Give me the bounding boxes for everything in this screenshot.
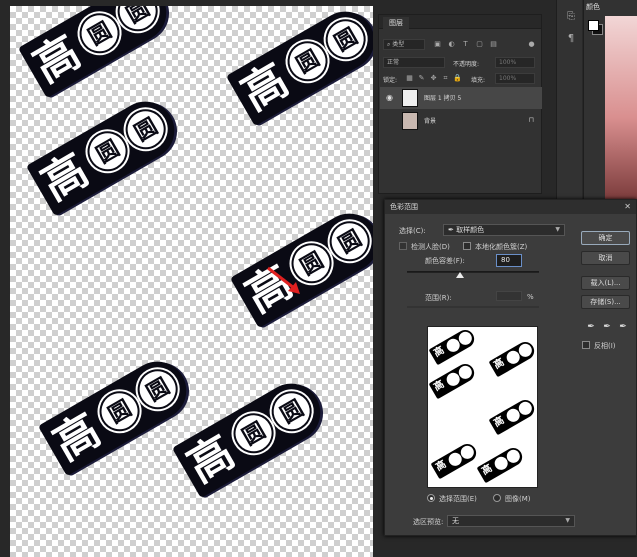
- layer-filter-label: 类型: [392, 41, 405, 48]
- layer-row-copy5[interactable]: ◉ 图层 1 拷贝 5: [380, 87, 542, 109]
- preview-glyph: 高: [432, 378, 447, 394]
- lock-artboard-icon[interactable]: ⌗: [441, 74, 450, 83]
- close-icon[interactable]: ✕: [624, 200, 631, 214]
- layers-panel: 图层 ⌕ 类型 ▣ ◐ T ▢ ▤ ● 正常 不透明度: 100% 锁定: ▦ …: [378, 14, 542, 194]
- invert-label: 反相(I): [594, 342, 616, 350]
- filter-smart-icon[interactable]: ▤: [489, 40, 498, 49]
- preview-glyph: 高: [480, 462, 495, 478]
- opacity-field[interactable]: 100%: [495, 57, 535, 68]
- dialog-title: 色彩范围: [385, 200, 636, 214]
- lock-row: 锁定: ▦ ✎ ✥ ⌗ 🔒 填充: 100%: [383, 73, 539, 85]
- layer-thumbnail: [402, 112, 418, 130]
- fuzziness-label: 颜色容差(F):: [425, 257, 465, 265]
- preview-glyph: 高: [432, 344, 447, 360]
- fill-field[interactable]: 100%: [495, 73, 535, 84]
- range-unit: %: [527, 293, 534, 301]
- layer-filter-row: ⌕ 类型 ▣ ◐ T ▢ ▤ ●: [383, 39, 539, 51]
- cancel-button[interactable]: 取消: [581, 251, 630, 265]
- select-label: 选择(C):: [399, 227, 426, 235]
- preview-glyph: 高: [492, 414, 507, 430]
- fill-label: 填充:: [471, 77, 486, 84]
- preview-sticker: 高: [488, 338, 537, 378]
- panel-icon-strip: ⎘ ¶: [556, 0, 582, 200]
- select-value: 取样颜色: [456, 226, 485, 234]
- chevron-down-icon: ▼: [555, 226, 560, 233]
- radio-selection-label: 选择范围(E): [439, 495, 477, 503]
- layer-row-background[interactable]: 背景 ⊓: [380, 110, 542, 132]
- load-button[interactable]: 载入(L)...: [581, 276, 630, 290]
- foreground-swatch[interactable]: [588, 20, 599, 31]
- layer-name: 背景: [424, 118, 437, 125]
- tab-color[interactable]: 颜色: [586, 2, 600, 12]
- lock-move-icon[interactable]: ✥: [429, 74, 438, 83]
- radio-image-label: 图像(M): [505, 495, 531, 503]
- save-button[interactable]: 存储(S)...: [581, 295, 630, 309]
- eyedropper-icon[interactable]: ✒: [585, 321, 597, 333]
- preview-sticker: 高: [428, 327, 478, 366]
- eyedropper-small-icon: ✒: [448, 226, 457, 234]
- preview-sticker: 高: [488, 396, 537, 436]
- blend-row: 正常 不透明度: 100%: [383, 57, 539, 69]
- invert-checkbox[interactable]: [582, 341, 590, 349]
- selection-preview-dropdown[interactable]: 无 ▼: [447, 515, 575, 527]
- filter-adjust-icon[interactable]: ◐: [447, 40, 456, 49]
- range-slider-track[interactable]: [407, 306, 539, 308]
- preview-sticker: 高: [430, 440, 480, 480]
- paragraph-icon[interactable]: ¶: [565, 34, 577, 46]
- color-range-dialog: 色彩范围 ✕ 选择(C): ✒ 取样颜色 ▼ 检测人脸(D) 本地化颜色簇(Z)…: [384, 199, 637, 536]
- eyedropper-minus-icon[interactable]: ✒: [617, 321, 629, 333]
- lock-pixels-icon[interactable]: ▦: [405, 74, 414, 83]
- layer-filter-select[interactable]: ⌕ 类型: [383, 39, 425, 50]
- opacity-label: 不透明度:: [453, 61, 480, 68]
- chevron-down-icon: ▼: [565, 517, 570, 524]
- blend-mode-select[interactable]: 正常: [383, 57, 445, 68]
- color-spectrum-field[interactable]: [605, 16, 637, 201]
- ok-button[interactable]: 确定: [581, 231, 630, 245]
- range-input[interactable]: [496, 291, 522, 301]
- preview-glyph: 高: [434, 458, 449, 474]
- preview-glyph: 高: [492, 356, 507, 372]
- selection-preview[interactable]: 高 高 高 高 高 高: [427, 326, 538, 488]
- eye-icon[interactable]: ◉: [386, 93, 396, 103]
- filter-pixel-icon[interactable]: ▣: [433, 40, 442, 49]
- eyedropper-plus-icon[interactable]: ✒: [601, 321, 613, 333]
- detect-faces-checkbox[interactable]: [399, 242, 407, 250]
- document-canvas[interactable]: 高 圆 圆 高 圆 圆 高 圆 圆 高 圆 圆 高 圆 圆 高 圆 圆: [10, 6, 373, 557]
- localized-label: 本地化颜色簇(Z): [475, 243, 528, 251]
- layers-tab-bar: 图层: [379, 15, 541, 29]
- lock-all-icon[interactable]: 🔒: [453, 74, 462, 83]
- color-panel: 颜色: [583, 0, 637, 201]
- localized-checkbox[interactable]: [463, 242, 471, 250]
- layer-thumbnail: [402, 89, 418, 107]
- radio-image[interactable]: [493, 494, 501, 502]
- selection-preview-value: 无: [452, 517, 459, 525]
- fuzziness-slider-thumb[interactable]: [455, 272, 464, 278]
- fuzziness-input[interactable]: 80: [496, 254, 522, 267]
- detect-faces-label: 检测人脸(D): [411, 243, 450, 251]
- lock-label: 锁定:: [383, 77, 398, 84]
- select-dropdown[interactable]: ✒ 取样颜色 ▼: [443, 224, 565, 236]
- filter-shape-icon[interactable]: ▢: [475, 40, 484, 49]
- red-arrow-icon: [267, 266, 300, 294]
- lock-paint-icon[interactable]: ✎: [417, 74, 426, 83]
- layer-name: 图层 1 拷贝 5: [424, 95, 462, 102]
- lock-icon: ⊓: [528, 116, 534, 124]
- history-icon[interactable]: ⎘: [565, 12, 577, 24]
- preview-sticker: 高: [476, 444, 526, 484]
- dialog-title-text: 色彩范围: [390, 203, 418, 211]
- radio-selection[interactable]: [427, 494, 435, 502]
- filter-type-icon[interactable]: T: [461, 40, 470, 49]
- range-label: 范围(R):: [425, 294, 452, 302]
- filter-toggle-icon[interactable]: ●: [527, 40, 536, 49]
- selection-preview-label: 选区预览:: [413, 518, 444, 526]
- preview-sticker: 高: [428, 360, 478, 400]
- fuzziness-slider-track[interactable]: [407, 271, 539, 273]
- tab-layers[interactable]: 图层: [383, 17, 409, 29]
